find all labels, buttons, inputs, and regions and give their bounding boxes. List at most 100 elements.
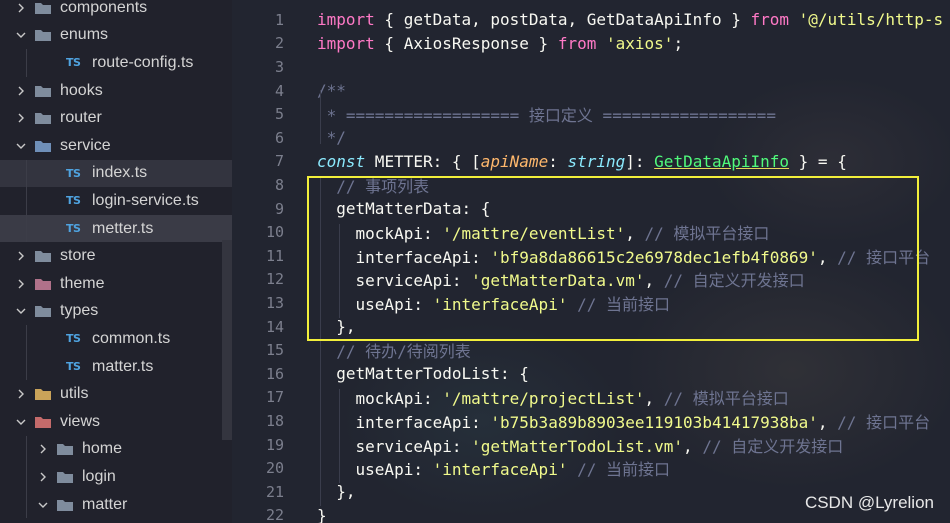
tree-item-enums[interactable]: enums [0,22,232,50]
code-line[interactable]: 8 // 事项列表 [232,173,950,197]
code-token: useApi: [317,460,433,480]
code-line[interactable]: 7 const METTER: { [apiName: string]: GetD… [232,150,950,174]
chevron-down-icon[interactable] [36,498,50,512]
code-token: apiName [480,151,549,171]
code-token: /** [317,81,346,101]
folder-icon [34,249,52,263]
code-token: , [817,247,838,267]
tree-item-home[interactable]: home [0,435,232,464]
line-number: 1 [274,10,284,29]
code-line[interactable]: 2 import { AxiosResponse } from 'axios'; [232,32,950,56]
folder-icon [34,28,52,42]
folder-icon [34,304,52,318]
tree-item-views[interactable]: views [0,408,232,436]
chevron-right-icon[interactable] [36,442,50,456]
tree-item-label: common.ts [92,329,171,347]
code-line[interactable]: 3 [232,55,950,79]
chevron-down-icon[interactable] [14,139,28,153]
tree-item-hooks[interactable]: hooks [0,77,232,105]
tree-item-utils[interactable]: utils [0,380,232,408]
line-number: 19 [265,435,284,454]
code-text: interfaceApi: 'b75b3a89b8903ee119103b414… [317,409,931,433]
chevron-right-icon[interactable] [14,249,28,263]
chevron-down-icon[interactable] [14,304,28,318]
code-token: // 事项列表 [317,176,430,196]
chevron-right-icon[interactable] [14,1,28,15]
chevron-right-icon[interactable] [14,111,28,125]
tree-item-matter[interactable]: matter [0,490,232,519]
tree-item-login[interactable]: login [0,463,232,491]
code-token: getMatterData: { [317,199,491,219]
tree-item-matter-ts[interactable]: TS matter.ts [0,352,232,381]
code-token: mockApi: [317,389,443,409]
line-number: 16 [265,364,284,383]
tree-item-components[interactable]: components [0,0,232,22]
folder-icon [34,111,52,125]
chevron-right-icon[interactable] [14,277,28,291]
tree-item-label: enums [60,26,109,44]
code-token: interfaceApi: [317,412,491,432]
typescript-icon: TS [66,166,81,180]
code-token: // 接口平台 [837,412,931,432]
code-token: } = { [789,151,847,171]
tree-item-store[interactable]: store [0,242,232,270]
tree-item-theme[interactable]: theme [0,270,232,298]
code-text: getMatterData: { [317,199,490,218]
code-text: mockApi: '/mattre/eventList', // 模拟平台接口 [317,220,770,244]
code-token: // 自定义开发接口 [663,271,805,291]
tree-item-route-config-ts[interactable]: TS route-config.ts [0,49,232,77]
indent-guide [26,49,27,77]
code-line[interactable]: 4 /** [232,79,950,103]
tree-item-service[interactable]: service [0,132,232,160]
indent-guide [26,325,27,353]
tree-item-label: store [60,247,96,265]
code-token: { AxiosResponse } [374,33,558,53]
code-token: serviceApi: [317,271,472,291]
code-line[interactable]: 16 getMatterTodoList: { [232,362,950,386]
tree-item-metter-ts[interactable]: TS metter.ts [0,214,232,243]
code-line[interactable]: 9 getMatterData: { [232,197,950,221]
code-text: // 待办/待阅列表 [317,338,471,362]
code-token: useApi: [317,294,433,314]
chevron-right-icon[interactable] [36,470,50,484]
tree-item-index-ts[interactable]: TS index.ts [0,159,232,188]
tree-item-label: components [60,0,148,16]
code-text: const METTER: { [apiName: string]: GetDa… [317,152,847,171]
code-token: from [557,33,597,53]
code-line[interactable]: 5 * ================== 接口定义 ============… [232,102,950,126]
tree-item-label: matter [82,495,128,513]
code-line[interactable]: 14 }, [232,315,950,339]
code-text: serviceApi: 'getMatterData.vm', // 自定义开发… [317,267,805,291]
code-line[interactable]: 15 // 待办/待阅列表 [232,338,950,362]
chevron-right-icon[interactable] [14,387,28,401]
tree-item-login-service-ts[interactable]: TS login-service.ts [0,187,232,215]
folder-icon [34,277,52,291]
indent-guide [26,159,27,188]
code-line[interactable]: 6 */ [232,126,950,150]
line-number: 18 [265,411,284,430]
sidebar-scrollbar[interactable] [222,240,232,440]
code-text: /** [317,81,346,100]
code-line[interactable]: 1 import { getData, postData, GetDataApiI… [232,8,950,32]
chevron-down-icon[interactable] [14,415,28,429]
code-token: interfaceApi: [317,247,491,267]
code-token: 'interfaceApi' [432,460,568,480]
tree-item-router[interactable]: router [0,104,232,132]
typescript-icon: TS [66,332,81,346]
line-number: 3 [274,57,284,76]
code-token: import [317,10,375,30]
chevron-right-icon[interactable] [14,84,28,98]
code-token: */ [317,128,346,148]
folder-icon [56,470,74,484]
code-text: useApi: 'interfaceApi' // 当前接口 [317,456,670,480]
tree-item-common-ts[interactable]: TS common.ts [0,325,232,353]
code-token: '/mattre/eventList' [442,224,626,244]
chevron-down-icon[interactable] [14,28,28,42]
code-token: from [750,10,790,30]
code-token: ; [673,33,684,53]
code-text: */ [317,128,346,147]
folder-icon [56,498,74,512]
code-editor[interactable]: 1 import { getData, postData, GetDataApiI… [232,0,950,523]
tree-item-types[interactable]: types [0,298,232,326]
